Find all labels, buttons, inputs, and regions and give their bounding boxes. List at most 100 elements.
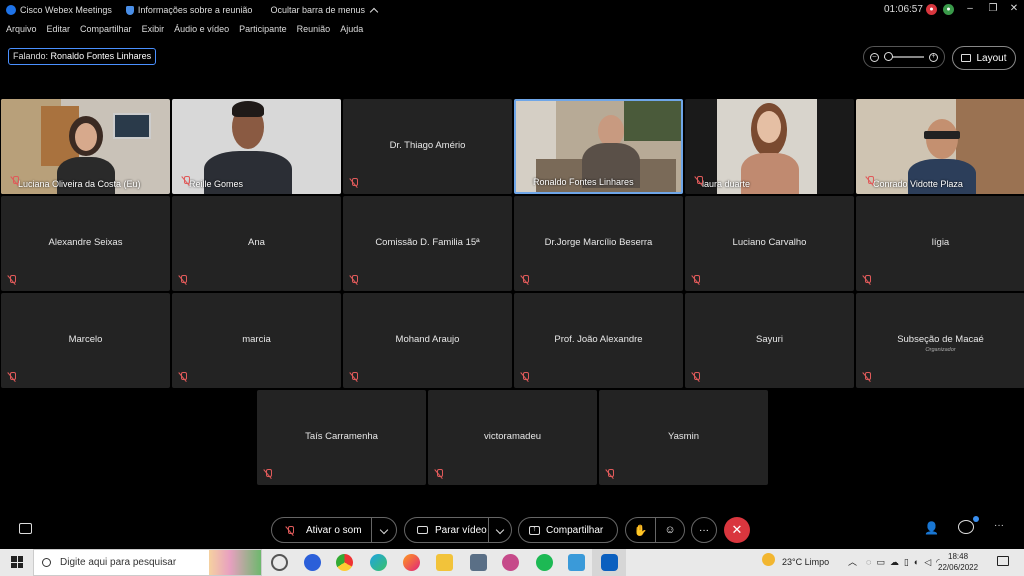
participant-tile[interactable]: Prof. João Alexandre <box>514 293 683 388</box>
recording-indicator-icon: ● <box>926 4 937 15</box>
muted-mic-icon <box>11 176 19 186</box>
muted-mic-icon <box>695 176 703 186</box>
participant-tile[interactable]: Yasmin <box>599 390 768 485</box>
menu-bar: Arquivo Editar Compartilhar Exibir Áudio… <box>0 20 367 38</box>
file-explorer-icon[interactable] <box>436 554 453 571</box>
weather-text[interactable]: 23°C Limpo <box>782 549 829 576</box>
more-options-button[interactable]: ··· <box>691 517 717 543</box>
participant-tile[interactable]: Subseção de Macaé Organizador <box>856 293 1024 388</box>
muted-mic-icon <box>8 275 16 285</box>
calculator-icon[interactable] <box>470 554 487 571</box>
zoom-in-icon[interactable]: + <box>929 52 938 62</box>
participants-panel-icon[interactable]: 👤 <box>924 521 939 535</box>
tray-expand-icon[interactable]: ︿ <box>848 549 857 576</box>
organizer-label: Organizador <box>925 347 956 353</box>
more-panels-button[interactable]: ··· <box>994 520 1004 531</box>
hide-menu-button[interactable]: Ocultar barra de menus <box>270 5 379 16</box>
app-icon-2[interactable] <box>502 554 519 571</box>
app-icon-3[interactable] <box>568 554 585 571</box>
muted-mic-icon <box>435 469 443 479</box>
muted-mic-icon <box>286 524 296 536</box>
participant-tile[interactable]: Comissão D. Familia 15ª <box>343 196 512 291</box>
participant-tile[interactable]: lígia <box>856 196 1024 291</box>
video-tile[interactable]: Conrado Vidotte Plaza <box>856 99 1024 194</box>
raise-hand-icon[interactable]: ✋ <box>626 524 655 537</box>
reactions-control: ✋ ☺ <box>625 517 685 543</box>
zoom-slider-knob[interactable] <box>884 52 893 61</box>
zoom-control[interactable]: – + <box>863 46 945 68</box>
muted-mic-icon <box>179 372 187 382</box>
system-tray-icons[interactable]: ◌▭☁▯◐◁◜ <box>866 549 945 576</box>
zoom-out-icon[interactable]: – <box>870 52 879 62</box>
menu-item-exibir[interactable]: Exibir <box>142 24 165 34</box>
muted-mic-icon <box>521 275 529 285</box>
share-button[interactable]: ↑ Compartilhar <box>518 517 618 543</box>
chevron-up-icon <box>369 7 379 16</box>
participant-tile[interactable]: Dr. Thiago Amério <box>343 99 512 194</box>
share-screen-icon: ↑ <box>529 525 540 535</box>
participant-tile[interactable]: Luciano Carvalho <box>685 196 854 291</box>
video-tile[interactable]: Luciana Oliveira da Costa (Eu) <box>1 99 170 194</box>
settings-icon[interactable] <box>271 554 288 571</box>
muted-mic-icon <box>521 372 529 382</box>
participant-tile[interactable]: victoramadeu <box>428 390 597 485</box>
taskbar-clock[interactable]: 18:48 22/06/2022 <box>938 551 978 573</box>
menu-item-compartilhar[interactable]: Compartilhar <box>80 24 132 34</box>
chevron-down-icon <box>495 525 505 534</box>
app-icon[interactable] <box>304 554 321 571</box>
menu-item-audio-video[interactable]: Áudio e vídeo <box>174 24 229 34</box>
meeting-info-button[interactable]: Informações sobre a reunião <box>125 5 252 15</box>
participant-tile[interactable]: Sayuri <box>685 293 854 388</box>
edge-icon[interactable] <box>370 554 387 571</box>
chrome-icon[interactable] <box>336 554 353 571</box>
webex-logo-icon <box>6 5 16 15</box>
close-window-button[interactable]: ✕ <box>1006 2 1022 16</box>
participant-tile[interactable]: Mohand Araujo <box>343 293 512 388</box>
muted-mic-icon <box>863 372 871 382</box>
layout-button[interactable]: Layout <box>952 46 1016 70</box>
app-title: Cisco Webex Meetings <box>6 5 112 15</box>
firefox-icon[interactable] <box>403 554 420 571</box>
zoom-slider[interactable] <box>884 52 924 61</box>
taskbar-search-input[interactable]: Digite aqui para pesquisar <box>33 549 262 576</box>
muted-mic-icon <box>179 275 187 285</box>
participant-name: laura duarte <box>689 176 850 191</box>
menu-item-arquivo[interactable]: Arquivo <box>6 24 37 34</box>
windows-start-icon[interactable] <box>11 556 23 568</box>
notifications-icon[interactable] <box>997 556 1009 566</box>
menu-item-ajuda[interactable]: Ajuda <box>340 24 363 34</box>
participant-tile[interactable]: Alexandre Seixas <box>1 196 170 291</box>
layout-icon <box>961 54 972 62</box>
minimize-button[interactable]: – <box>962 2 978 16</box>
webex-taskbar-button[interactable] <box>592 549 626 576</box>
chat-icon[interactable] <box>958 520 974 534</box>
participant-tile[interactable]: Taís Carramenha <box>257 390 426 485</box>
muted-mic-icon <box>866 176 874 186</box>
restore-button[interactable]: ❐ <box>985 2 1001 16</box>
weather-moon-icon <box>762 553 775 566</box>
spotify-icon[interactable] <box>536 554 553 571</box>
menu-item-participante[interactable]: Participante <box>239 24 287 34</box>
chat-panel-icon[interactable] <box>19 523 32 534</box>
video-tile[interactable]: laura duarte <box>685 99 854 194</box>
end-call-button[interactable]: ✕ <box>724 517 750 543</box>
emoji-reaction-icon[interactable]: ☺ <box>656 524 684 536</box>
muted-mic-icon <box>692 372 700 382</box>
chat-notification-badge <box>973 516 979 522</box>
menu-item-reuniao[interactable]: Reunião <box>297 24 331 34</box>
video-tile-active-speaker[interactable]: Ronaldo Fontes Linhares <box>514 99 683 194</box>
participant-tile[interactable]: Dr.Jorge Marcílio Beserra <box>514 196 683 291</box>
video-options-button[interactable] <box>489 525 511 536</box>
participant-name: Conrado Vidotte Plaza <box>860 176 1021 191</box>
menu-item-editar[interactable]: Editar <box>47 24 71 34</box>
unmute-button[interactable]: Ativar o som <box>272 524 371 536</box>
muted-mic-icon <box>182 176 190 186</box>
stop-video-button[interactable]: Parar vídeo <box>405 525 488 536</box>
participant-tile[interactable]: Marcelo <box>1 293 170 388</box>
participant-tile[interactable]: Ana <box>172 196 341 291</box>
participant-tile[interactable]: marcia <box>172 293 341 388</box>
chevron-down-icon <box>379 525 389 534</box>
video-tile[interactable]: Reille Gomes <box>172 99 341 194</box>
muted-mic-icon <box>350 372 358 382</box>
audio-options-button[interactable] <box>372 525 396 536</box>
